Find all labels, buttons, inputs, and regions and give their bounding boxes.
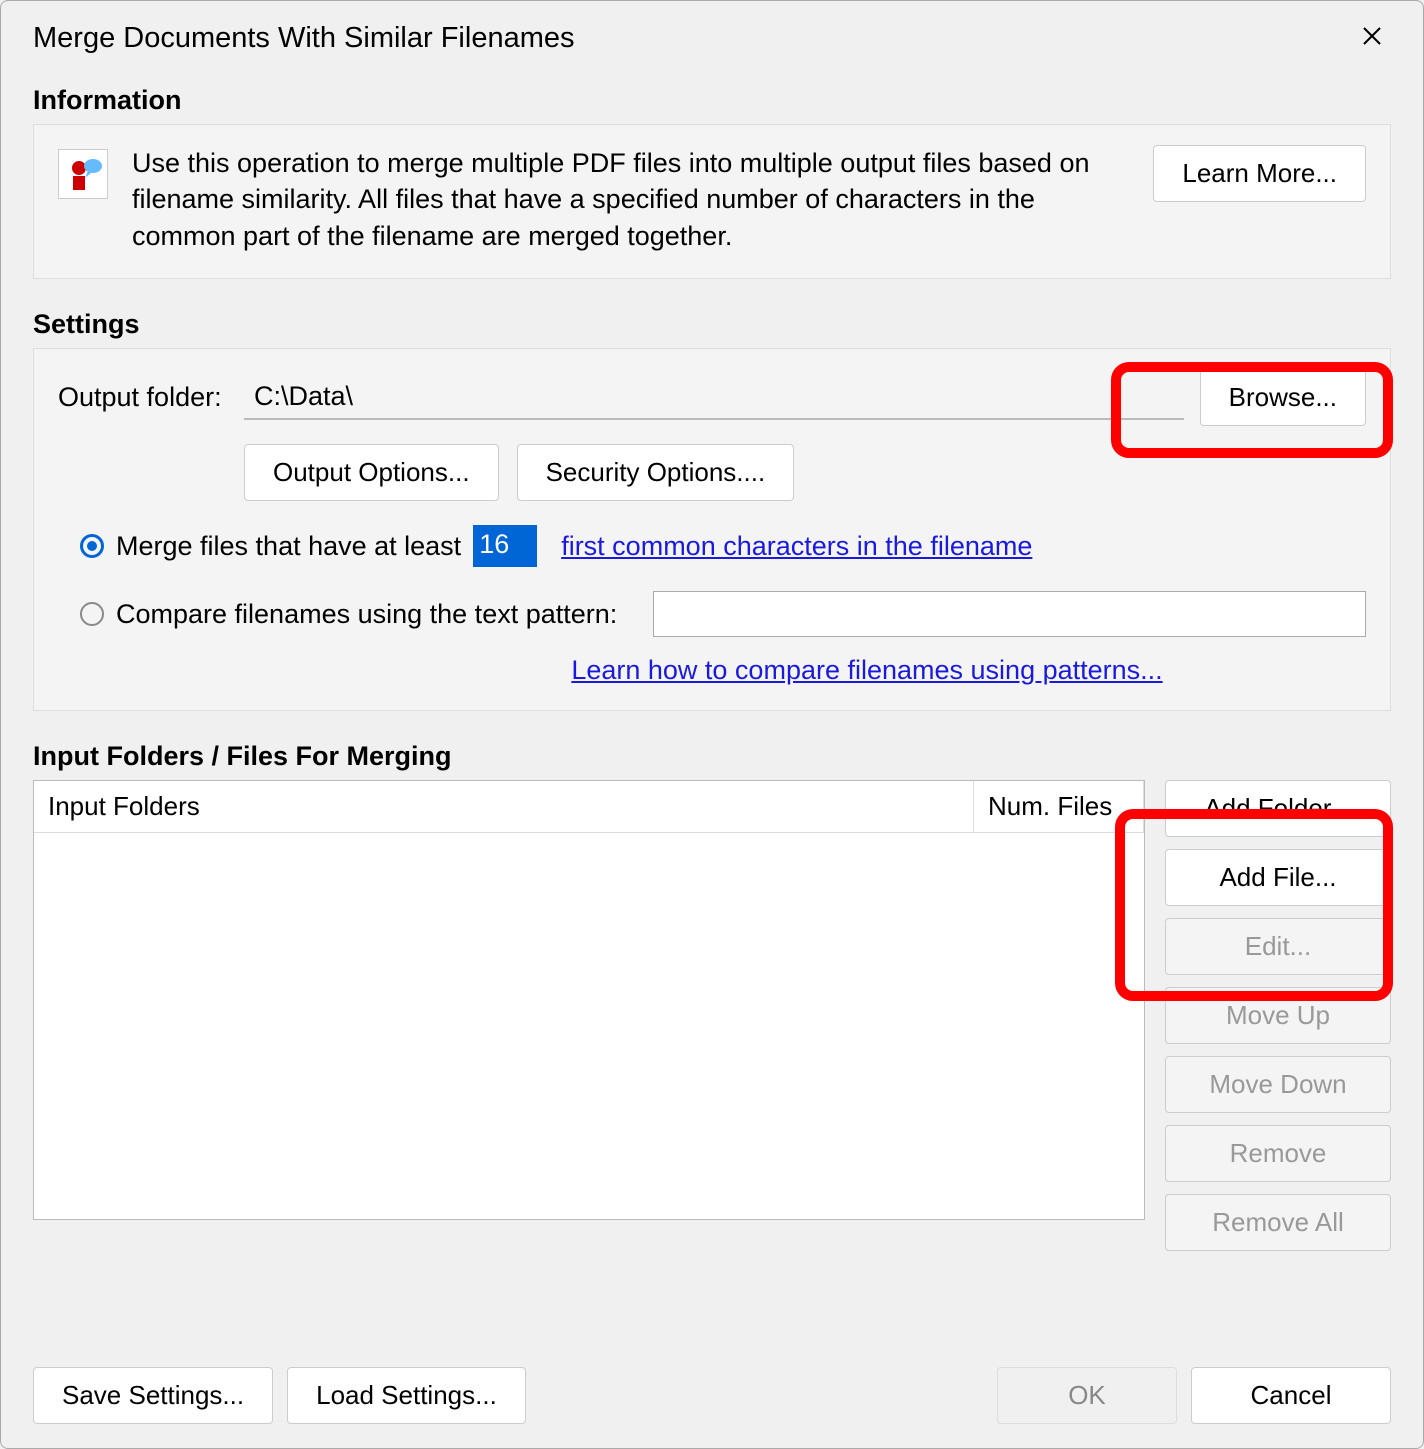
output-folder-input[interactable] xyxy=(244,376,1184,420)
edit-button[interactable]: Edit... xyxy=(1165,918,1391,975)
dialog-title: Merge Documents With Similar Filenames xyxy=(33,22,574,55)
learn-patterns-link[interactable]: Learn how to compare filenames using pat… xyxy=(571,655,1162,685)
settings-header: Settings xyxy=(33,309,1391,340)
ok-button[interactable]: OK xyxy=(997,1367,1177,1424)
settings-box: Output folder: Browse... Output Options.… xyxy=(33,348,1391,711)
add-file-button[interactable]: Add File... xyxy=(1165,849,1391,906)
cancel-button[interactable]: Cancel xyxy=(1191,1367,1391,1424)
input-table-area: Input Folders Num. Files Add Folder... A… xyxy=(33,780,1391,1251)
input-folders-table[interactable]: Input Folders Num. Files xyxy=(33,780,1145,1220)
move-down-button[interactable]: Move Down xyxy=(1165,1056,1391,1113)
common-chars-link[interactable]: first common characters in the filename xyxy=(561,531,1032,562)
move-up-button[interactable]: Move Up xyxy=(1165,987,1391,1044)
merge-by-chars-label-prefix: Merge files that have at least xyxy=(116,531,461,562)
information-description: Use this operation to merge multiple PDF… xyxy=(132,145,1109,254)
table-header-row: Input Folders Num. Files xyxy=(34,781,1144,833)
info-icon xyxy=(58,149,108,199)
column-num-files[interactable]: Num. Files xyxy=(974,781,1144,832)
merge-by-chars-radio[interactable] xyxy=(80,534,104,558)
add-folder-button[interactable]: Add Folder... xyxy=(1165,780,1391,837)
footer: Save Settings... Load Settings... OK Can… xyxy=(33,1367,1391,1424)
compare-pattern-radio[interactable] xyxy=(80,602,104,626)
title-bar: Merge Documents With Similar Filenames xyxy=(33,21,1391,55)
column-input-folders[interactable]: Input Folders xyxy=(34,781,974,832)
merge-dialog: Merge Documents With Similar Filenames I… xyxy=(0,0,1424,1449)
information-box: Use this operation to merge multiple PDF… xyxy=(33,124,1391,279)
save-settings-button[interactable]: Save Settings... xyxy=(33,1367,273,1424)
output-options-button[interactable]: Output Options... xyxy=(244,444,499,501)
table-side-buttons: Add Folder... Add File... Edit... Move U… xyxy=(1165,780,1391,1251)
close-icon xyxy=(1361,25,1383,47)
pattern-input[interactable] xyxy=(653,591,1366,637)
load-settings-button[interactable]: Load Settings... xyxy=(287,1367,526,1424)
remove-button[interactable]: Remove xyxy=(1165,1125,1391,1182)
common-chars-input[interactable] xyxy=(473,525,537,567)
information-header: Information xyxy=(33,85,1391,116)
learn-more-button[interactable]: Learn More... xyxy=(1153,145,1366,202)
output-folder-label: Output folder: xyxy=(58,382,228,413)
browse-button[interactable]: Browse... xyxy=(1200,369,1366,426)
close-button[interactable] xyxy=(1353,21,1391,55)
input-section-header: Input Folders / Files For Merging xyxy=(33,741,1391,772)
compare-pattern-label: Compare filenames using the text pattern… xyxy=(116,599,617,630)
security-options-button[interactable]: Security Options.... xyxy=(517,444,795,501)
remove-all-button[interactable]: Remove All xyxy=(1165,1194,1391,1251)
